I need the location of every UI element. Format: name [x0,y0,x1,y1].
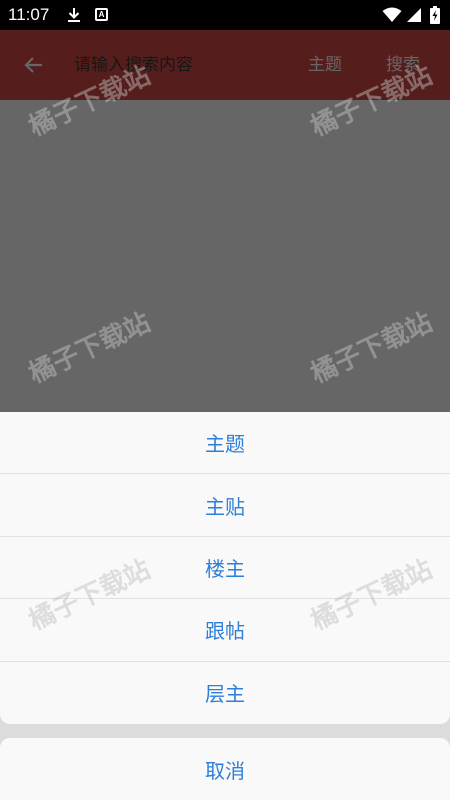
option-topic[interactable]: 主题 [0,412,450,475]
status-bar: 11:07 A [0,0,450,30]
cell-signal-icon [406,7,422,27]
option-thread-owner[interactable]: 楼主 [0,537,450,600]
cancel-button[interactable]: 取消 [0,738,450,800]
option-main-post[interactable]: 主贴 [0,474,450,537]
action-sheet-options: 主题 主贴 楼主 跟帖 层主 [0,412,450,724]
status-time: 11:07 [8,5,50,24]
option-floor-owner[interactable]: 层主 [0,662,450,724]
wifi-icon [382,7,402,27]
download-icon [66,7,82,27]
a-notification-icon: A [95,8,108,21]
battery-charging-icon [430,6,440,28]
option-reply[interactable]: 跟帖 [0,599,450,662]
action-sheet: 主题 主贴 楼主 跟帖 层主 取消 [0,412,450,800]
